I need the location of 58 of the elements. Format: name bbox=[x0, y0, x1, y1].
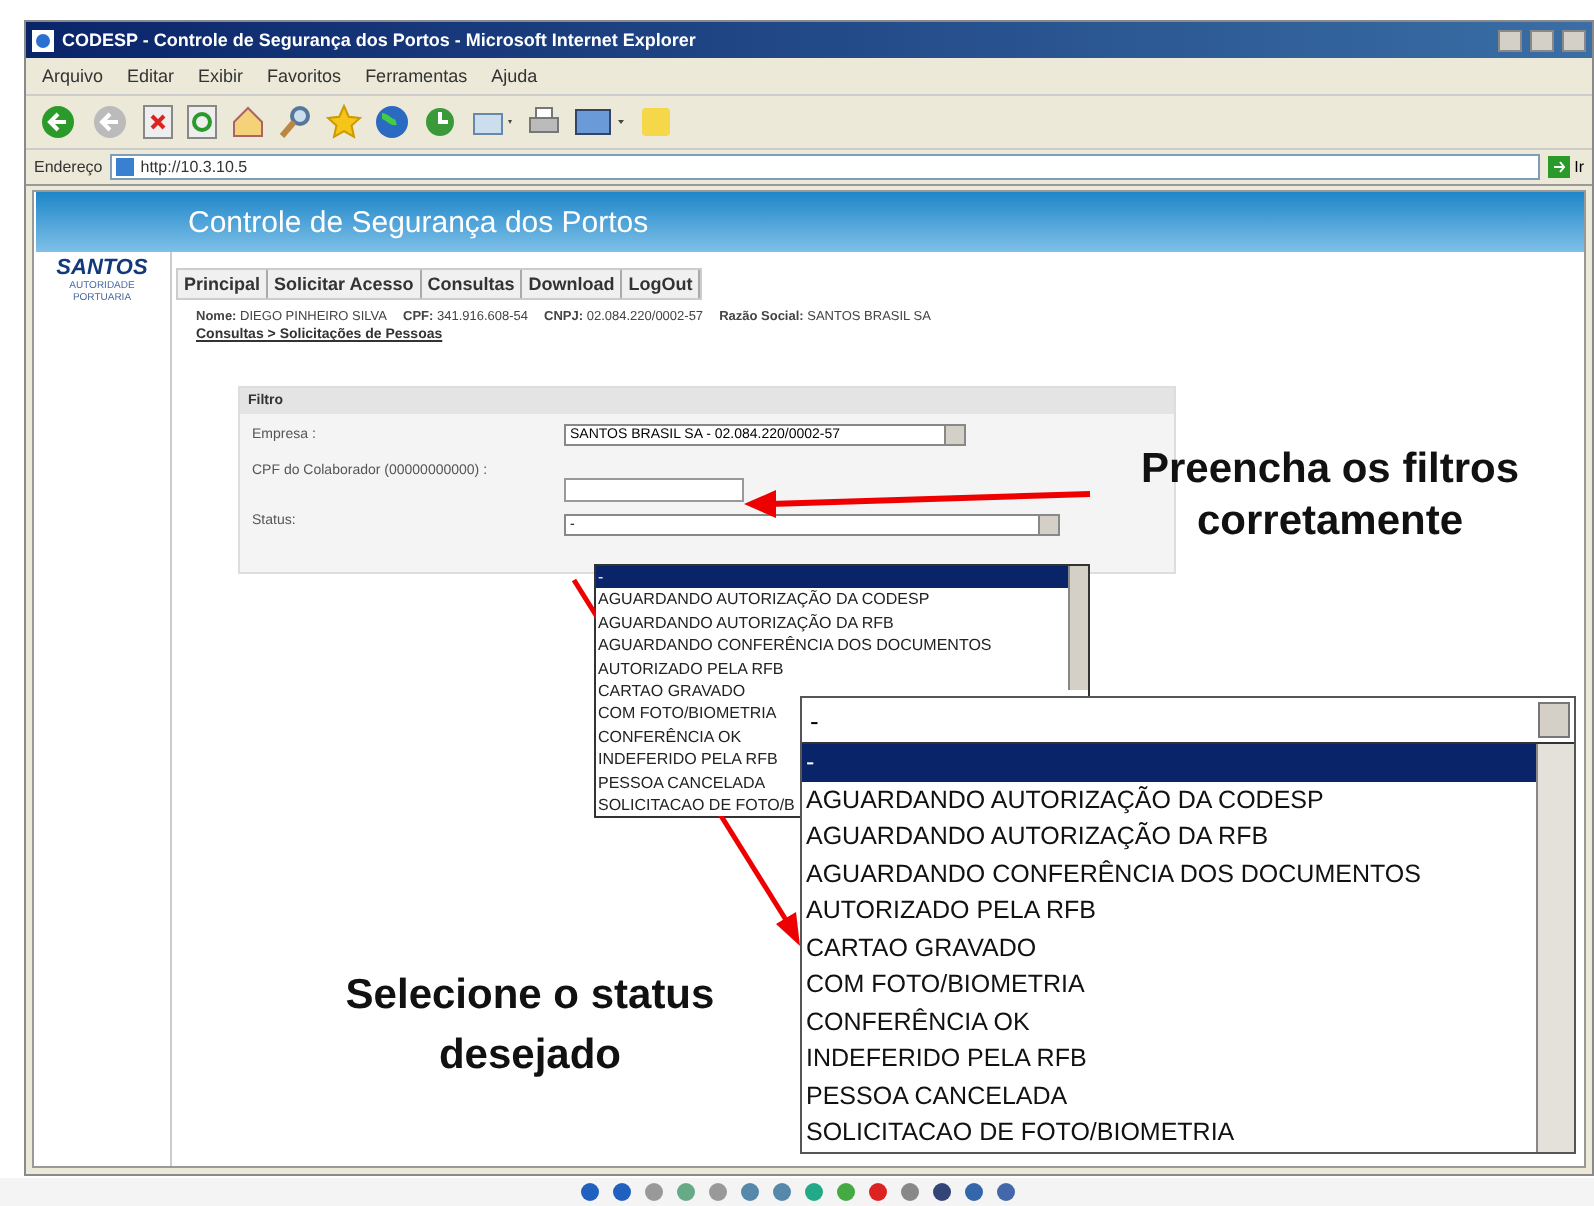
status-option[interactable]: CONFERÊNCIA OK bbox=[596, 725, 742, 749]
menu-item[interactable]: Ajuda bbox=[491, 66, 538, 86]
stop-icon[interactable] bbox=[142, 104, 174, 140]
browser-icon bbox=[32, 29, 54, 51]
status-option[interactable]: CARTAO GRAVADO bbox=[596, 679, 746, 703]
back-icon[interactable] bbox=[38, 102, 78, 142]
address-label: Endereço bbox=[34, 158, 103, 176]
scrollbar[interactable] bbox=[1536, 744, 1574, 1151]
status-option[interactable]: AGUARDANDO AUTORIZAÇÃO DA CODESP bbox=[596, 588, 930, 612]
status-option[interactable]: SOLICITACAO DE FOTO/B bbox=[596, 793, 795, 817]
status-option[interactable]: SOLICITACAO DE FOTO/BIOMETRIA bbox=[802, 1114, 1538, 1151]
maximize-button[interactable] bbox=[1530, 29, 1554, 51]
status-option[interactable]: AGUARDANDO AUTORIZAÇÃO DA CODESP bbox=[802, 781, 1538, 818]
scrollbar[interactable] bbox=[1068, 566, 1088, 690]
globe-icon[interactable] bbox=[374, 104, 410, 140]
history-icon[interactable] bbox=[422, 104, 458, 140]
status-option[interactable]: AGUARDANDO CONFERÊNCIA DOS DOCUMENTOS bbox=[596, 634, 992, 658]
home-icon[interactable] bbox=[230, 104, 266, 140]
menu-item[interactable]: Ferramentas bbox=[365, 66, 468, 86]
menu-item[interactable]: Exibir bbox=[198, 66, 244, 86]
status-option[interactable]: COM FOTO/BIOMETRIA bbox=[802, 966, 1538, 1003]
status-option[interactable]: AGUARDANDO CONFERÊNCIA DOS DOCUMENTOS bbox=[802, 855, 1538, 892]
page-icon bbox=[116, 158, 135, 176]
status-option[interactable]: COM FOTO/BIOMETRIA bbox=[596, 702, 777, 726]
status-option[interactable]: AGUARDANDO AUTORIZAÇÃO DA RFB bbox=[802, 818, 1538, 855]
status-option[interactable]: PESSOA CANCELADA bbox=[802, 1077, 1538, 1114]
nav-link[interactable]: Download bbox=[522, 270, 623, 298]
cpf-input-field[interactable] bbox=[564, 478, 744, 502]
annotation-text: Selecione o status desejado bbox=[343, 970, 717, 1082]
annotation-text: Preencha os filtros corretamente bbox=[1138, 444, 1522, 548]
menu-item[interactable]: Favoritos bbox=[267, 66, 342, 86]
minimize-button[interactable] bbox=[1498, 29, 1522, 51]
status-option[interactable]: CARTAO GRAVADO bbox=[802, 929, 1538, 966]
search-icon[interactable] bbox=[278, 104, 314, 140]
nav-link[interactable]: LogOut bbox=[622, 270, 701, 298]
close-button[interactable] bbox=[1562, 29, 1586, 51]
status-option[interactable]: - bbox=[802, 744, 1538, 781]
address-field[interactable]: http://10.3.10.5 bbox=[110, 154, 1541, 180]
logo-text: SANTOS bbox=[56, 256, 148, 280]
menu-item[interactable]: Arquivo bbox=[42, 66, 104, 86]
status-option[interactable]: CONFERÊNCIA OK bbox=[802, 1003, 1538, 1040]
status-option[interactable]: AGUARDANDO AUTORIZAÇÃO DA RFB bbox=[596, 611, 894, 635]
status-value[interactable]: - bbox=[810, 705, 819, 735]
status-option[interactable]: - bbox=[596, 566, 1068, 589]
status-option[interactable]: AUTORIZADO PELA RFB bbox=[596, 657, 784, 680]
forward-icon[interactable] bbox=[90, 102, 130, 142]
nav-link[interactable]: Consultas bbox=[421, 270, 523, 298]
status-option[interactable]: INDEFERIDO PELA RFB bbox=[802, 1040, 1538, 1077]
window-title: CODESP - Controle de Segurança dos Portos - Microsoft Internet Explorer bbox=[62, 30, 698, 50]
nav-link[interactable]: Principal bbox=[178, 270, 269, 298]
nav-link[interactable]: Solicitar Acesso bbox=[268, 270, 422, 298]
status-option[interactable]: PESSOA CANCELADA bbox=[596, 771, 766, 794]
star-icon[interactable] bbox=[326, 104, 362, 140]
refresh-icon[interactable] bbox=[186, 104, 218, 140]
page-header: Controle de Segurança dos Portos bbox=[36, 192, 1584, 252]
menu-item[interactable]: Editar bbox=[127, 66, 175, 86]
status-option[interactable]: AUTORIZADO PELA RFB bbox=[802, 892, 1538, 929]
status-option[interactable]: INDEFERIDO PELA RFB bbox=[596, 748, 778, 772]
